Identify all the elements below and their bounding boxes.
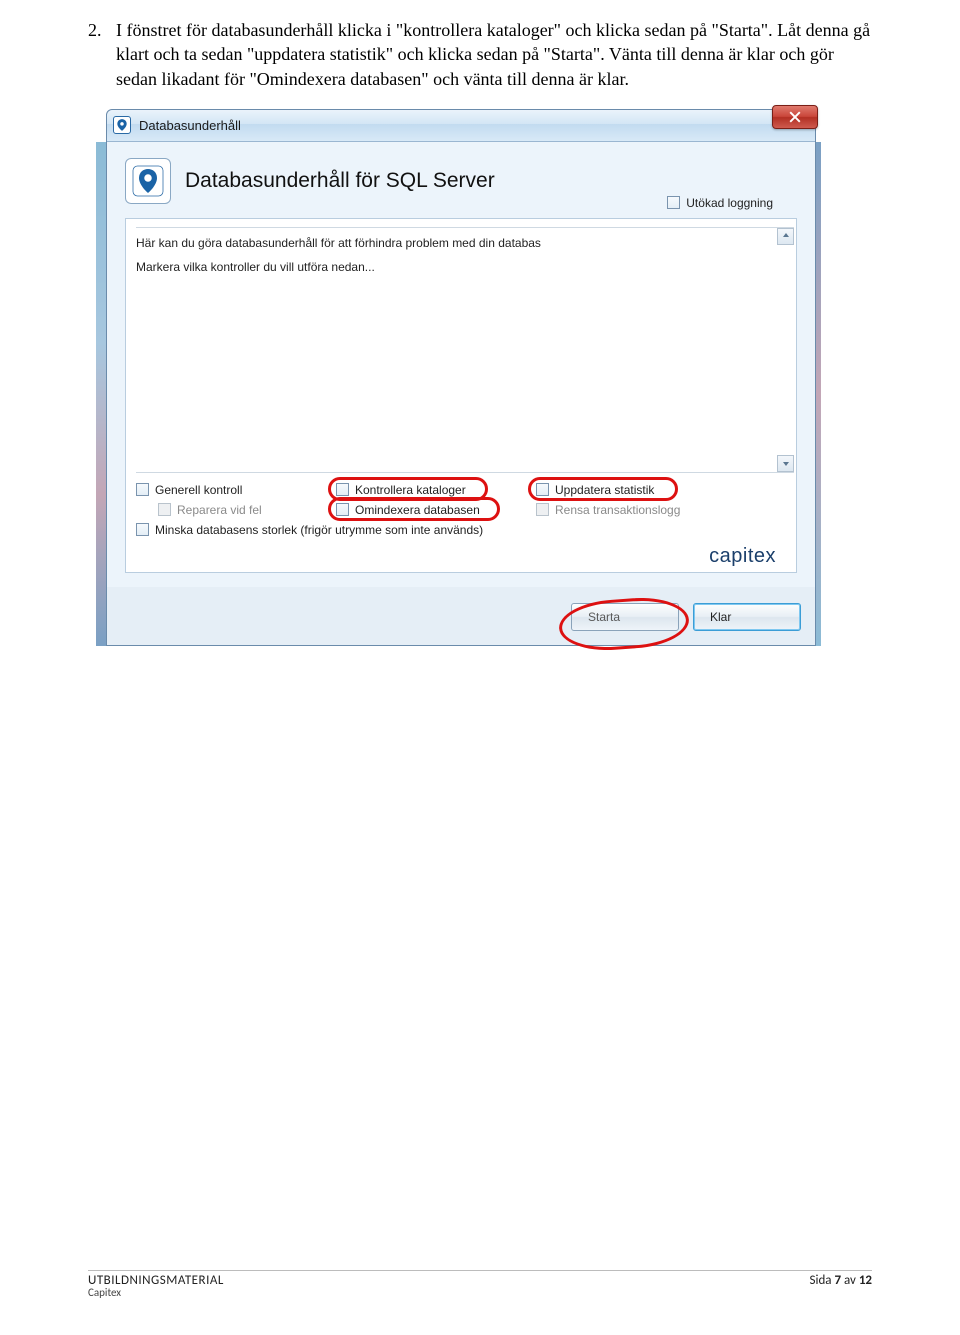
rensa-translog-checkbox[interactable]: Rensa transaktionslogg <box>536 503 736 517</box>
header-icon <box>125 158 171 204</box>
omindexera-label: Omindexera databasen <box>355 503 480 517</box>
start-button[interactable]: Starta <box>571 603 679 631</box>
reparera-label: Reparera vid fel <box>177 503 262 517</box>
general-kontroll-label: Generell kontroll <box>155 483 242 497</box>
extended-logging-checkbox[interactable]: Utökad loggning <box>667 196 773 210</box>
dialog-header: Databasunderhåll för SQL Server <box>185 169 495 193</box>
button-row: Starta Klar <box>107 587 815 645</box>
uppdatera-statistik-checkbox[interactable]: Uppdatera statistik <box>536 483 736 497</box>
titlebar: Databasunderhåll <box>107 110 815 142</box>
message-panel: Här kan du göra databasunderhåll för att… <box>125 218 797 573</box>
app-icon <box>113 116 131 134</box>
message-line-2: Markera vilka kontroller du vill utföra … <box>136 260 788 274</box>
scroll-up-button[interactable] <box>777 228 794 245</box>
kontrollera-kataloger-label: Kontrollera kataloger <box>355 483 466 497</box>
uppdatera-statistik-label: Uppdatera statistik <box>555 483 654 497</box>
page-footer: UTBILDNINGSMATERIAL Capitex Sida 7 av 12 <box>88 1270 872 1299</box>
extended-logging-label: Utökad loggning <box>686 196 773 210</box>
minska-storlek-label: Minska databasens storlek (frigör utrymm… <box>155 523 483 537</box>
instruction-step: 2. I fönstret för databasunderhåll klick… <box>88 18 872 91</box>
message-area: Här kan du göra databasunderhåll för att… <box>136 227 794 473</box>
page-number: Sida 7 av 12 <box>810 1273 873 1288</box>
instruction-number: 2. <box>88 18 116 91</box>
reparera-checkbox[interactable]: Reparera vid fel <box>136 503 336 517</box>
omindexera-checkbox[interactable]: Omindexera databasen <box>336 503 536 517</box>
checkbox-icon <box>667 196 680 209</box>
instruction-text: I fönstret för databasunderhåll klicka i… <box>116 18 872 91</box>
minska-storlek-checkbox[interactable]: Minska databasens storlek (frigör utrymm… <box>136 523 483 537</box>
screenshot: Databasunderhåll Databasunderhåll för SQ… <box>96 109 821 646</box>
close-button[interactable] <box>772 105 818 129</box>
brand-logo: capitex <box>709 545 776 568</box>
general-kontroll-checkbox[interactable]: Generell kontroll <box>136 483 336 497</box>
dialog-window: Databasunderhåll Databasunderhåll för SQ… <box>106 109 816 646</box>
kontrollera-kataloger-checkbox[interactable]: Kontrollera kataloger <box>336 483 536 497</box>
checkbox-grid: Generell kontroll Kontrollera kataloger <box>136 483 794 537</box>
done-button-label: Klar <box>710 610 731 624</box>
done-button[interactable]: Klar <box>693 603 801 631</box>
message-line-1: Här kan du göra databasunderhåll för att… <box>136 236 788 250</box>
rensa-translog-label: Rensa transaktionslogg <box>555 503 680 517</box>
window-title: Databasunderhåll <box>139 118 241 133</box>
start-button-label: Starta <box>588 610 620 624</box>
scroll-down-button[interactable] <box>777 455 794 472</box>
